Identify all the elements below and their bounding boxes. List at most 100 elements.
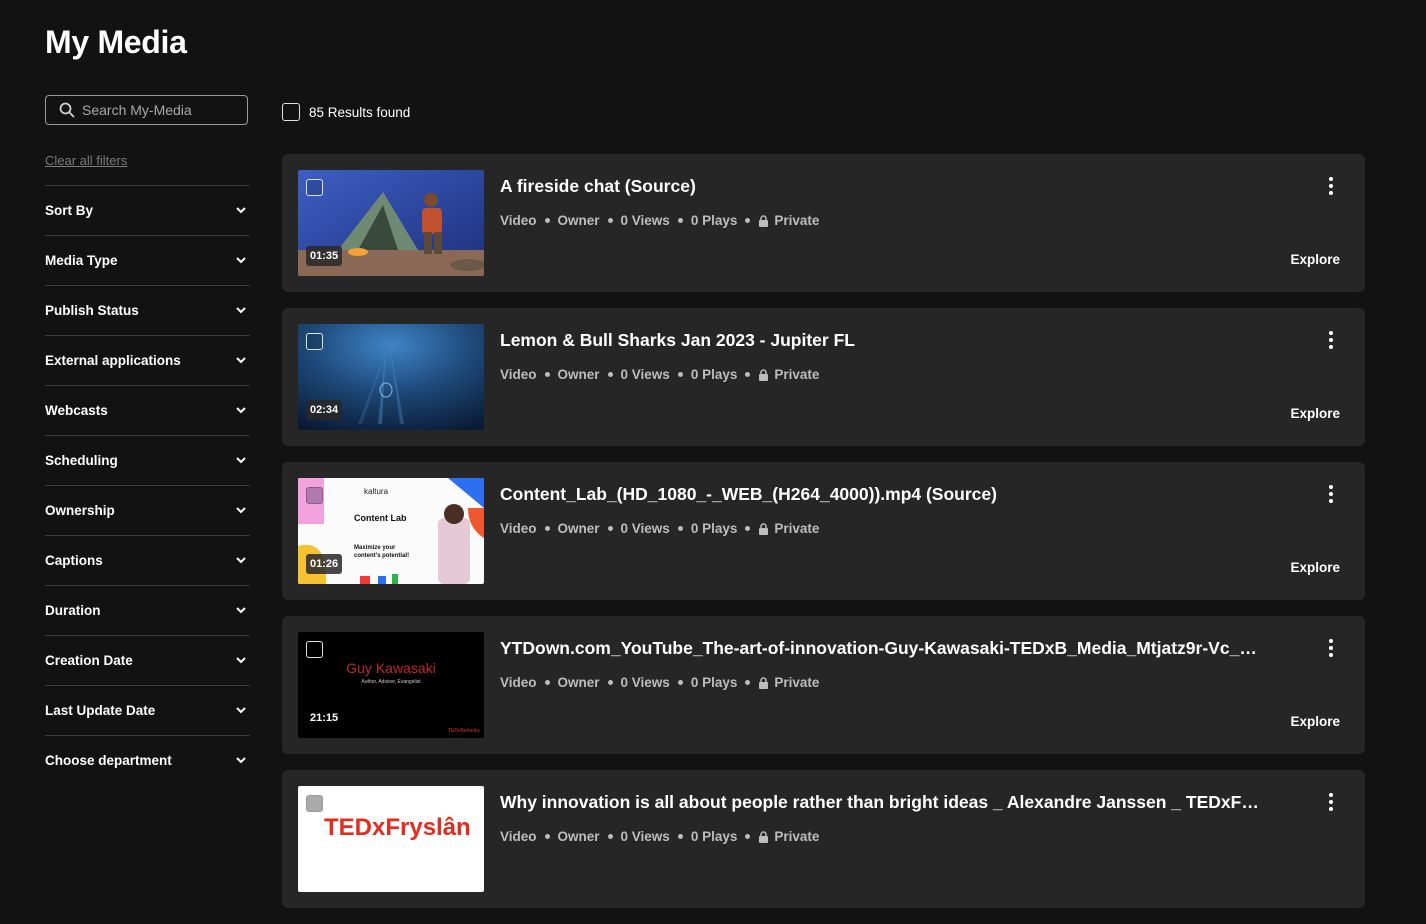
- lock-icon: [758, 676, 769, 689]
- filter-choose-department[interactable]: Choose department: [45, 735, 250, 785]
- separator-dot: [544, 680, 550, 685]
- media-plays: 0 Plays: [690, 829, 738, 844]
- media-thumbnail[interactable]: kaltura Content Lab Maximize your conten…: [298, 478, 484, 584]
- chevron-down-icon: [234, 204, 248, 218]
- media-privacy: Private: [774, 675, 820, 690]
- separator-dot: [745, 526, 751, 531]
- filter-sort-by[interactable]: Sort By: [45, 185, 250, 235]
- media-card: Guy Kawasaki Author, Advisor, Evangelist…: [282, 616, 1365, 754]
- media-meta: Video Owner 0 Views 0 Plays Private: [500, 675, 819, 690]
- more-options-icon[interactable]: [1323, 484, 1339, 504]
- chevron-down-icon: [234, 454, 248, 468]
- page-title: My Media: [45, 24, 187, 60]
- duration-badge: 01:35: [306, 246, 343, 266]
- media-plays: 0 Plays: [690, 213, 738, 228]
- separator-dot: [544, 526, 550, 531]
- separator-dot: [607, 680, 613, 685]
- separator-dot: [607, 526, 613, 531]
- filter-duration[interactable]: Duration: [45, 585, 250, 635]
- search-input[interactable]: [82, 102, 232, 118]
- lock-icon: [758, 214, 769, 227]
- clear-filters-link[interactable]: Clear all filters: [45, 153, 127, 168]
- media-plays: 0 Plays: [690, 367, 738, 382]
- filter-scheduling[interactable]: Scheduling: [45, 435, 250, 485]
- media-meta: Video Owner 0 Views 0 Plays Private: [500, 829, 819, 844]
- filter-ownership[interactable]: Ownership: [45, 485, 250, 535]
- duration-badge: 21:15: [306, 708, 343, 728]
- filter-label: Sort By: [45, 203, 94, 218]
- separator-dot: [745, 218, 751, 223]
- separator-dot: [544, 372, 550, 377]
- chevron-down-icon: [234, 304, 248, 318]
- chevron-down-icon: [234, 504, 248, 518]
- media-thumbnail[interactable]: TEDxFryslân: [298, 786, 484, 892]
- media-privacy: Private: [774, 367, 820, 382]
- thumb-subtitle-text: Author, Advisor, Evangelist: [361, 679, 421, 685]
- filter-webcasts[interactable]: Webcasts: [45, 385, 250, 435]
- separator-dot: [745, 372, 751, 377]
- filter-last-update-date[interactable]: Last Update Date: [45, 685, 250, 735]
- media-plays: 0 Plays: [690, 521, 738, 536]
- media-select-checkbox[interactable]: [306, 487, 323, 504]
- media-views: 0 Views: [620, 829, 670, 844]
- separator-dot: [607, 218, 613, 223]
- chevron-down-icon: [234, 704, 248, 718]
- media-type: Video: [500, 829, 537, 844]
- filter-external-applications[interactable]: External applications: [45, 335, 250, 385]
- media-views: 0 Views: [620, 521, 670, 536]
- separator-dot: [544, 218, 550, 223]
- media-select-checkbox[interactable]: [306, 641, 323, 658]
- separator-dot: [677, 680, 683, 685]
- more-options-icon[interactable]: [1323, 638, 1339, 658]
- filter-label: External applications: [45, 353, 181, 368]
- media-title[interactable]: Why innovation is all about people rathe…: [500, 792, 1260, 813]
- filter-captions[interactable]: Captions: [45, 535, 250, 585]
- thumb-logo-text: TEDxFryslân: [324, 814, 471, 841]
- media-owner: Owner: [557, 829, 600, 844]
- media-title[interactable]: A fireside chat (Source): [500, 176, 1260, 197]
- media-thumbnail[interactable]: 02:34: [298, 324, 484, 430]
- more-options-icon[interactable]: [1323, 176, 1339, 196]
- results-header: 85 Results found: [282, 103, 410, 121]
- explore-button[interactable]: Explore: [1290, 252, 1340, 267]
- separator-dot: [745, 680, 751, 685]
- chevron-down-icon: [234, 354, 248, 368]
- explore-button[interactable]: Explore: [1290, 714, 1340, 729]
- filter-publish-status[interactable]: Publish Status: [45, 285, 250, 335]
- filter-label: Ownership: [45, 503, 115, 518]
- media-select-checkbox[interactable]: [306, 179, 323, 196]
- more-options-icon[interactable]: [1323, 330, 1339, 350]
- thumb-badge-text: TEDxBerkeley: [448, 728, 480, 734]
- media-title[interactable]: YTDown.com_YouTube_The-art-of-innovation…: [500, 638, 1260, 659]
- media-type: Video: [500, 675, 537, 690]
- media-select-checkbox[interactable]: [306, 333, 323, 350]
- filter-media-type[interactable]: Media Type: [45, 235, 250, 285]
- thumb-heading-text: Content Lab: [354, 513, 407, 523]
- media-privacy: Private: [774, 213, 820, 228]
- media-views: 0 Views: [620, 367, 670, 382]
- search-box[interactable]: [45, 95, 248, 125]
- media-type: Video: [500, 521, 537, 536]
- media-thumbnail[interactable]: 01:35: [298, 170, 484, 276]
- media-thumbnail[interactable]: Guy Kawasaki Author, Advisor, Evangelist…: [298, 632, 484, 738]
- filter-label: Creation Date: [45, 653, 133, 668]
- media-select-checkbox[interactable]: [306, 795, 323, 812]
- separator-dot: [677, 372, 683, 377]
- chevron-down-icon: [234, 404, 248, 418]
- filter-label: Media Type: [45, 253, 118, 268]
- thumb-brand-text: kaltura: [364, 487, 389, 496]
- filter-label: Choose department: [45, 753, 172, 768]
- media-title[interactable]: Lemon & Bull Sharks Jan 2023 - Jupiter F…: [500, 330, 1260, 351]
- media-views: 0 Views: [620, 675, 670, 690]
- explore-button[interactable]: Explore: [1290, 560, 1340, 575]
- media-title[interactable]: Content_Lab_(HD_1080_-_WEB_(H264_4000)).…: [500, 484, 1260, 505]
- duration-badge: 01:26: [306, 554, 343, 574]
- chevron-down-icon: [234, 654, 248, 668]
- media-meta: Video Owner 0 Views 0 Plays Private: [500, 521, 819, 536]
- explore-button[interactable]: Explore: [1290, 406, 1340, 421]
- chevron-down-icon: [234, 754, 248, 768]
- more-options-icon[interactable]: [1323, 792, 1339, 812]
- filter-label: Publish Status: [45, 303, 139, 318]
- select-all-checkbox[interactable]: [282, 103, 300, 121]
- filter-creation-date[interactable]: Creation Date: [45, 635, 250, 685]
